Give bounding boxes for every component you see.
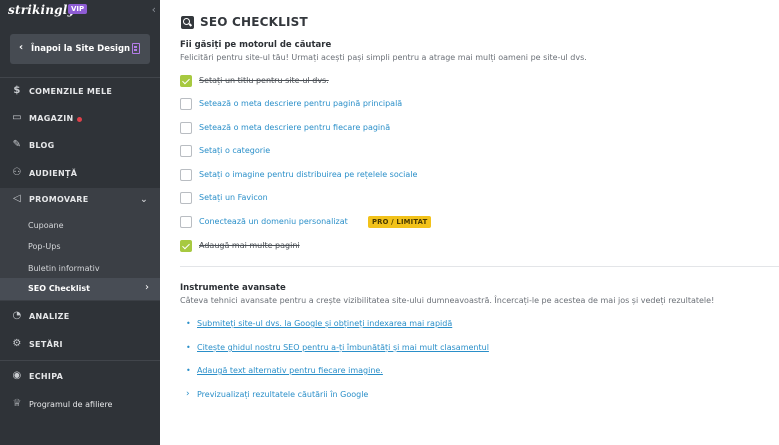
- checklist-item[interactable]: Setează o meta descriere pentru fiecare …: [180, 122, 740, 136]
- checkbox[interactable]: [180, 122, 192, 134]
- back-to-site-design-button[interactable]: ‹ Înapoi la Site Design: [10, 34, 150, 64]
- tool-link[interactable]: Citește ghidul nostru SEO pentru a-ți îm…: [197, 343, 489, 352]
- tool-link[interactable]: Submiteți site-ul dvs. la Google și obți…: [197, 319, 452, 328]
- sidebar-subitem-buletin[interactable]: Buletin informativ: [28, 264, 100, 273]
- checkbox[interactable]: [180, 216, 192, 228]
- back-button-label: Înapoi la Site Design: [31, 44, 131, 54]
- bullet-icon: •: [186, 319, 191, 328]
- bullet-icon: •: [186, 366, 191, 375]
- sidebar-subitem-popups[interactable]: Pop-Ups: [28, 242, 61, 251]
- checklist-item[interactable]: Setați o imagine pentru distribuirea pe …: [180, 169, 740, 183]
- sidebar-item-label: PROMOVARE: [29, 195, 89, 204]
- checklist-item[interactable]: Conectează un domeniu personalizat PRO /…: [180, 216, 740, 230]
- sidebar-item-label: ECHIPA: [29, 372, 64, 381]
- document-icon: [132, 43, 140, 54]
- sidebar-item-audienta[interactable]: ⚇ AUDIENȚĂ: [0, 162, 160, 186]
- checkbox[interactable]: [180, 145, 192, 157]
- checklist-link[interactable]: Conectează un domeniu personalizat: [199, 217, 348, 226]
- checklist-label[interactable]: Setați un titlu pentru site-ul dvs.: [199, 76, 329, 85]
- sidebar-item-label: Programul de afiliere: [29, 400, 113, 409]
- tool-link[interactable]: Adaugă text alternativ pentru fiecare im…: [197, 366, 383, 375]
- divider: [0, 77, 160, 78]
- chevron-right-icon: ›: [186, 389, 190, 399]
- vip-badge: VIP: [68, 4, 88, 14]
- checkbox-checked[interactable]: [180, 240, 192, 252]
- store-icon: ▭: [12, 112, 22, 123]
- checklist-link[interactable]: Setează o meta descriere pentru fiecare …: [199, 123, 390, 132]
- sidebar-item-label: SETĂRI: [29, 340, 63, 349]
- megaphone-icon: ◁: [13, 193, 21, 204]
- checkbox-checked[interactable]: [180, 75, 192, 87]
- sidebar-item-analize[interactable]: ◔ ANALIZE: [0, 305, 160, 329]
- sidebar-item-echipa[interactable]: ◉ ECHIPA: [0, 365, 160, 389]
- sidebar-item-comenzile-mele[interactable]: $ COMENZILE MELE: [0, 80, 160, 104]
- checklist-item[interactable]: Setați o categorie: [180, 145, 740, 159]
- gear-icon: ⚙: [12, 338, 22, 349]
- bullet-icon: •: [186, 343, 191, 352]
- sidebar-item-magazin[interactable]: ▭ MAGAZIN: [0, 107, 160, 131]
- divider: [0, 360, 160, 361]
- trophy-icon: ♕: [12, 398, 22, 409]
- section-desc-advanced: Câteva tehnici avansate pentru a crește …: [180, 296, 715, 305]
- section-title-advanced: Instrumente avansate: [180, 283, 286, 293]
- page-title: SEO CHECKLIST: [200, 15, 308, 29]
- checkbox[interactable]: [180, 192, 192, 204]
- sidebar-subitem-seo-checklist[interactable]: SEO Checklist ›: [0, 278, 160, 300]
- checklist-item[interactable]: Setați un titlu pentru site-ul dvs.: [180, 75, 740, 89]
- sidebar-item-label: BLOG: [29, 141, 55, 150]
- sidebar-subitem-label: SEO Checklist: [28, 284, 90, 293]
- dollar-circle-icon: $: [13, 85, 21, 96]
- checklist-link[interactable]: Setați o categorie: [199, 146, 270, 155]
- tool-item[interactable]: • Citește ghidul nostru SEO pentru a-ți …: [186, 343, 746, 355]
- section-desc-search: Felicitări pentru site-ul tău! Urmați ac…: [180, 53, 587, 62]
- sidebar-item-programul-de-afiliere[interactable]: ♕ Programul de afiliere: [0, 393, 160, 417]
- section-title-search: Fii găsiți pe motorul de căutare: [180, 40, 332, 50]
- checklist-link[interactable]: Setați un Favicon: [199, 193, 268, 202]
- section-divider: [180, 266, 779, 267]
- main-content: SEO CHECKLIST Fii găsiți pe motorul de c…: [160, 0, 779, 445]
- sidebar-item-promovare[interactable]: ◁ PROMOVARE ⌄: [0, 188, 160, 212]
- sidebar-item-label: MAGAZIN: [29, 114, 74, 123]
- checklist-item[interactable]: Setați un Favicon: [180, 192, 740, 206]
- pro-limit-badge: PRO / LIMITAT: [368, 216, 432, 228]
- tool-item[interactable]: • Submiteți site-ul dvs. la Google și ob…: [186, 319, 746, 331]
- checkbox[interactable]: [180, 169, 192, 181]
- tool-item[interactable]: • Adaugă text alternativ pentru fiecare …: [186, 366, 746, 378]
- checklist-link[interactable]: Setați o imagine pentru distribuirea pe …: [199, 170, 417, 179]
- sidebar-item-label: AUDIENȚĂ: [29, 169, 78, 178]
- sidebar-item-blog[interactable]: ✎ BLOG: [0, 134, 160, 158]
- audience-icon: ⚇: [12, 167, 22, 178]
- checklist-item[interactable]: Adaugă mai multe pagini: [180, 240, 740, 254]
- chevron-left-icon: ‹: [19, 42, 24, 53]
- sidebar-item-setari[interactable]: ⚙ SETĂRI: [0, 333, 160, 357]
- sidebar-item-label: COMENZILE MELE: [29, 87, 113, 96]
- brand-logo[interactable]: strikingly: [8, 3, 75, 17]
- collapse-sidebar-icon[interactable]: ‹: [152, 3, 156, 16]
- sidebar: strikingly VIP ‹ ‹ Înapoi la Site Design…: [0, 0, 160, 445]
- checkbox[interactable]: [180, 98, 192, 110]
- team-icon: ◉: [12, 370, 22, 381]
- brand-row: strikingly VIP ‹: [8, 3, 158, 19]
- pen-icon: ✎: [12, 139, 22, 150]
- checklist-label[interactable]: Adaugă mai multe pagini: [199, 241, 300, 250]
- analytics-icon: ◔: [12, 310, 22, 321]
- notification-dot: [77, 117, 82, 122]
- chevron-down-icon: ⌄: [140, 195, 148, 205]
- chevron-right-icon: ›: [145, 282, 149, 293]
- checklist-link[interactable]: Setează o meta descriere pentru pagină p…: [199, 99, 402, 108]
- google-preview-label[interactable]: Previzualizați rezultatele căutării în G…: [197, 390, 368, 399]
- sidebar-item-label: ANALIZE: [29, 312, 70, 321]
- sidebar-subitem-cupoane[interactable]: Cupoane: [28, 221, 64, 230]
- checklist-item[interactable]: Setează o meta descriere pentru pagină p…: [180, 98, 740, 112]
- search-icon: [181, 16, 194, 29]
